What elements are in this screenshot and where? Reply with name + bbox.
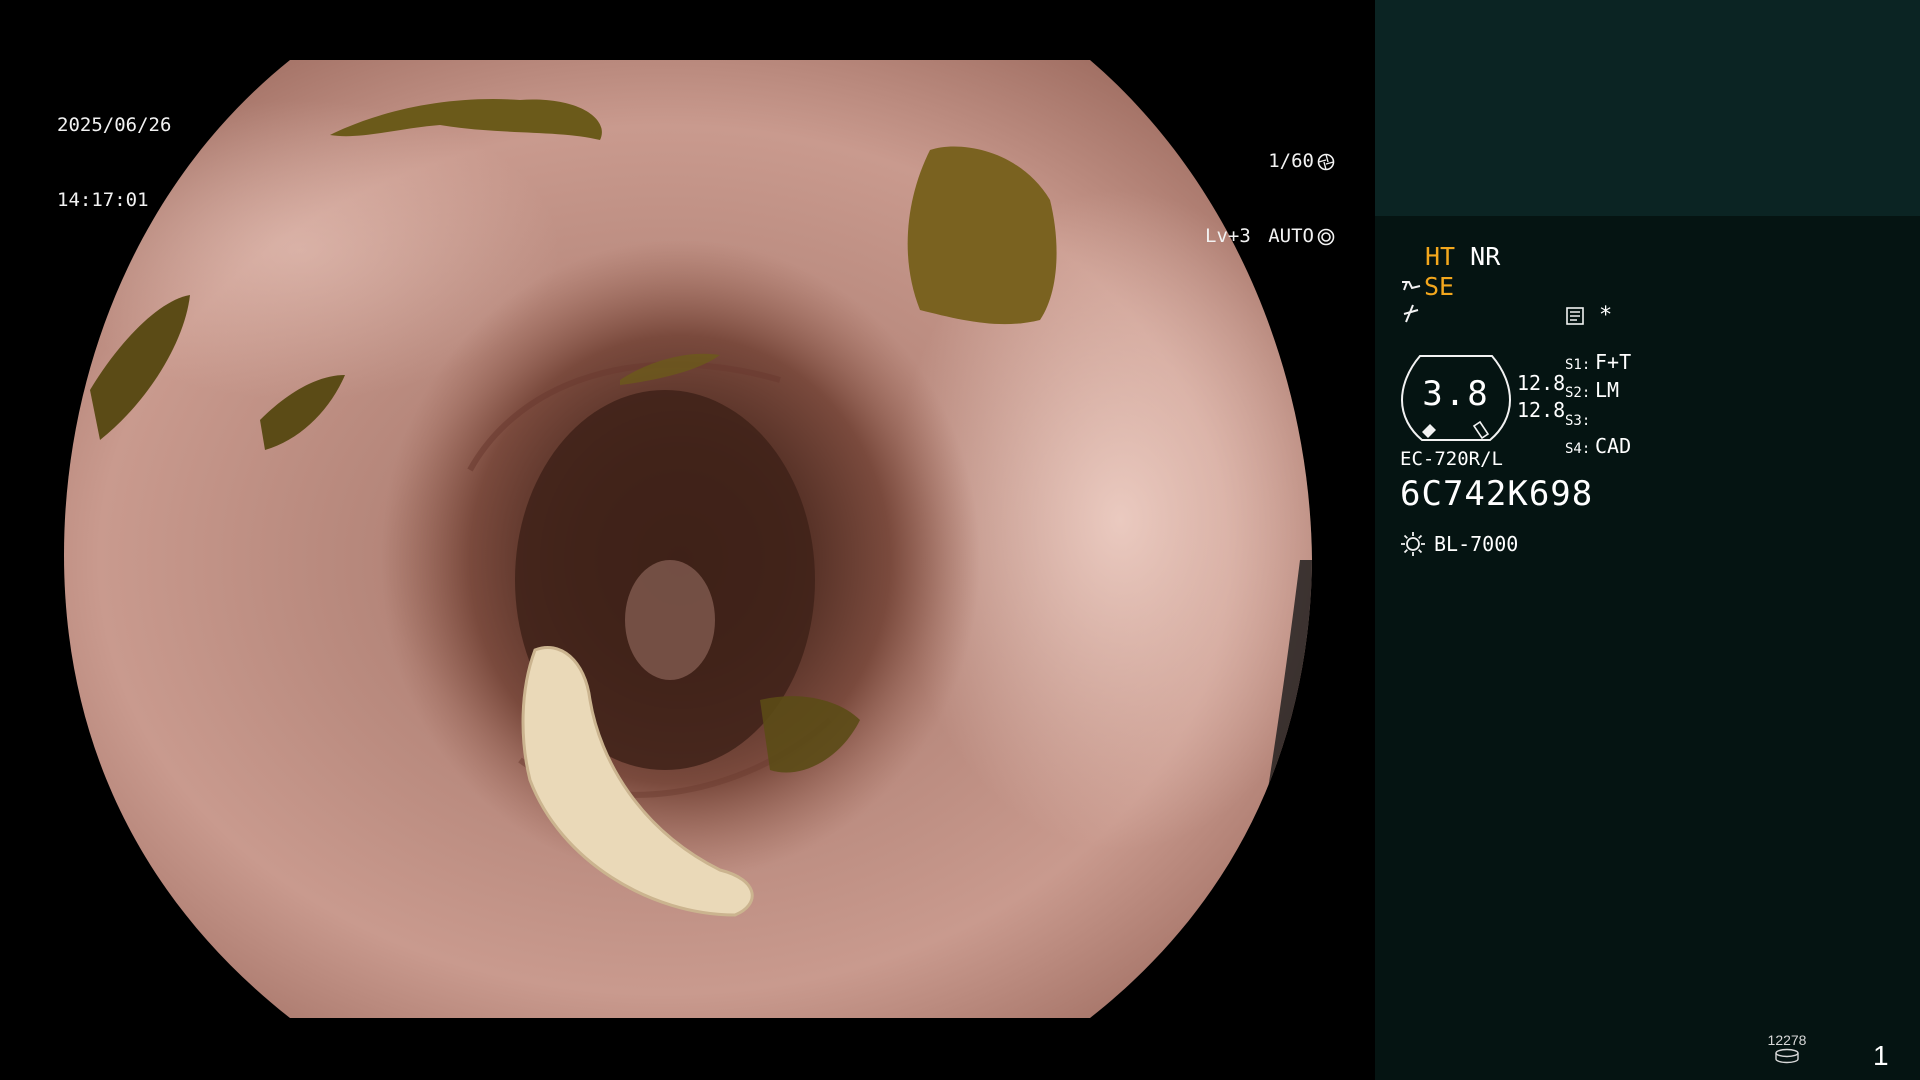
switch-key: S2:: [1565, 385, 1591, 401]
stroke-icon: [1403, 304, 1419, 323]
nr-label: NR: [1470, 242, 1501, 271]
gauge: 3.8: [1400, 352, 1512, 444]
gauge-side-value: 12.8: [1517, 371, 1566, 395]
info-panel: HT NR SE * 3.8 12.8 12.8 S1: F+T S2: LM …: [1375, 0, 1920, 1080]
date-text: 2025/06/26: [57, 114, 172, 136]
star-marker: *: [1599, 303, 1613, 328]
memo-indicator: *: [1565, 303, 1612, 328]
ht-label: HT: [1425, 242, 1456, 271]
level-text: Lv+3: [1205, 225, 1251, 247]
switch-row: S1: F+T: [1565, 350, 1631, 378]
switch-key: S3:: [1565, 413, 1591, 429]
enhancement-status: HT NR: [1425, 242, 1500, 271]
gauge-side-values: 12.8 12.8: [1517, 370, 1565, 424]
stroke-indicator: [1400, 302, 1422, 330]
se-label: SE: [1424, 272, 1455, 301]
switch-value: CAD: [1595, 434, 1632, 458]
shutter-speed-text: 1/60: [1268, 150, 1314, 172]
time-text: 14:17:01: [57, 189, 149, 211]
disk-icon: [1775, 1048, 1799, 1064]
date-time-overlay: 2025/06/26 14:17:01: [57, 63, 171, 263]
iris-icon: [1317, 228, 1335, 245]
shutter-overlay: 1/60 Lv+3 AUTO: [1205, 99, 1335, 299]
storage-counter: 12278: [1762, 1032, 1812, 1068]
endoscope-view: 2025/06/26 14:17:01 1/60 Lv+3 AUTO: [0, 0, 1375, 1080]
aperture-icon: [1317, 153, 1335, 170]
switch-value: LM: [1595, 378, 1620, 402]
se-status: SE: [1400, 272, 1454, 301]
gauge-value: 3.8: [1422, 374, 1490, 414]
panel-header-area: [1375, 0, 1920, 216]
switch-value: F+T: [1595, 350, 1632, 374]
counter-value: 12278: [1767, 1032, 1807, 1048]
memo-icon: [1566, 306, 1584, 325]
scope-serial: 6C742K698: [1400, 474, 1594, 514]
switch-row: S3:: [1565, 406, 1631, 434]
gauge-side-value: 12.8: [1517, 398, 1566, 422]
endoscope-image: [64, 60, 1312, 1018]
light-icon: [1401, 532, 1425, 556]
switch-key: S1:: [1565, 357, 1591, 373]
switch-key: S4:: [1565, 441, 1591, 457]
page-number: 1: [1873, 1040, 1889, 1071]
mode-text: AUTO: [1268, 225, 1314, 247]
switch-assignments: S1: F+T S2: LM S3: S4: CAD: [1565, 350, 1631, 462]
scope-model: EC-720R/L: [1400, 448, 1503, 470]
light-source-label: BL-7000: [1434, 532, 1519, 556]
light-source: BL-7000: [1400, 531, 1518, 557]
switch-row: S4: CAD: [1565, 434, 1631, 462]
switch-row: S2: LM: [1565, 378, 1631, 406]
scope-icon: [1402, 280, 1421, 290]
